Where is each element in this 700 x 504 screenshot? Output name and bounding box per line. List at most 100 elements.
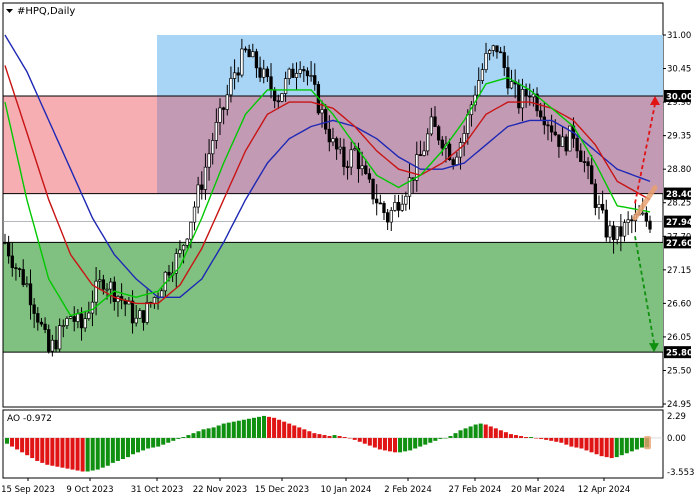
ao-bar	[332, 435, 337, 438]
candle-body	[520, 89, 525, 109]
ao-bar	[614, 437, 619, 458]
candle-body	[105, 288, 109, 291]
candle-body	[211, 140, 215, 155]
candle-body	[302, 69, 306, 72]
candle-body	[87, 312, 91, 319]
ao-bar	[483, 424, 488, 438]
y-tick-label: 26.60	[667, 299, 691, 309]
candle-body	[600, 203, 605, 211]
candle-body	[214, 122, 219, 141]
candle-body	[524, 89, 528, 97]
candle-body	[484, 53, 488, 70]
ao-tick-label: -3.553	[667, 468, 694, 478]
candle-body	[181, 245, 186, 251]
candle-body	[626, 219, 630, 223]
y-tick-label: 24.95	[667, 400, 691, 410]
ao-bar	[629, 437, 634, 452]
candle-body	[28, 283, 33, 306]
candle-body	[3, 242, 7, 244]
ao-bar	[433, 437, 438, 441]
candle-body	[557, 134, 561, 147]
ao-bar	[282, 421, 287, 438]
candle-body	[254, 51, 259, 69]
ao-bar	[508, 434, 513, 438]
candle-body	[83, 318, 87, 329]
ao-bar	[171, 437, 176, 441]
ao-bar	[382, 437, 387, 451]
x-tick-label: 22 Nov 2023	[193, 485, 247, 495]
candle-body	[586, 161, 590, 167]
candle-body	[218, 107, 222, 123]
candle-body	[648, 220, 652, 230]
candle-body	[590, 165, 594, 185]
candle-body	[488, 50, 492, 54]
level-label: 27.94	[666, 218, 693, 228]
candle-body	[273, 89, 277, 102]
candle-body	[25, 283, 29, 286]
ao-bar	[584, 437, 589, 451]
ao-bar	[115, 437, 120, 461]
ao-bar	[624, 437, 629, 454]
candle-body	[375, 198, 379, 204]
ao-bar	[292, 425, 297, 438]
candle-body	[94, 280, 98, 303]
ao-bar	[206, 428, 211, 438]
candle-body	[21, 269, 25, 285]
ao-bar	[322, 435, 327, 438]
candle-body	[593, 183, 597, 208]
ao-bar	[352, 437, 357, 440]
ao-bar	[403, 437, 408, 452]
candle-body	[221, 107, 226, 110]
candle-body	[152, 297, 157, 304]
ao-bar	[428, 437, 433, 443]
ao-bar	[639, 437, 644, 448]
candle-body	[404, 195, 408, 205]
candle-body	[426, 133, 430, 152]
candle-body	[240, 48, 244, 76]
level-label: 30.00	[666, 92, 693, 102]
ao-bar	[443, 437, 448, 439]
candle-body	[225, 94, 229, 110]
ao-bar	[50, 437, 55, 466]
ao-bar	[90, 437, 95, 471]
candle-body	[61, 325, 65, 327]
candle-body	[480, 69, 485, 81]
ao-bar	[141, 437, 146, 451]
x-tick-label: 10 Jan 2024	[321, 485, 372, 495]
candle-body	[145, 302, 149, 323]
candle-body	[324, 109, 328, 130]
candle-body	[185, 238, 189, 246]
candle-body	[109, 281, 113, 290]
candle-body	[604, 209, 608, 238]
ao-bar	[458, 430, 463, 438]
candle-body	[54, 339, 58, 350]
x-tick-label: 20 Mar 2024	[511, 485, 565, 495]
candle-body	[141, 310, 146, 323]
ao-bar	[579, 437, 584, 449]
candle-body	[43, 323, 47, 330]
candle-body	[385, 212, 390, 223]
candle-body	[549, 125, 554, 133]
candle-body	[429, 116, 434, 135]
y-tick-label: 31.00	[667, 31, 691, 41]
candle-body	[247, 49, 251, 58]
candle-body	[560, 136, 565, 147]
candle-body	[207, 153, 211, 168]
candle-body	[509, 81, 514, 89]
candle-body	[622, 222, 627, 237]
ao-bar	[609, 437, 614, 459]
ao-bar	[20, 437, 25, 453]
candle-body	[396, 201, 401, 211]
ao-bar	[30, 437, 35, 459]
ao-bar	[176, 437, 181, 439]
ao-bar	[503, 432, 508, 438]
ao-bar	[120, 437, 125, 460]
ao-indicator-label: AO -0.972	[7, 414, 52, 424]
candle-body	[294, 73, 299, 78]
ao-bar	[357, 437, 362, 442]
ao-bar	[15, 437, 20, 450]
candle-body	[615, 226, 619, 240]
candle-body	[32, 304, 36, 314]
candle-body	[491, 45, 495, 51]
candle-body	[258, 67, 262, 78]
